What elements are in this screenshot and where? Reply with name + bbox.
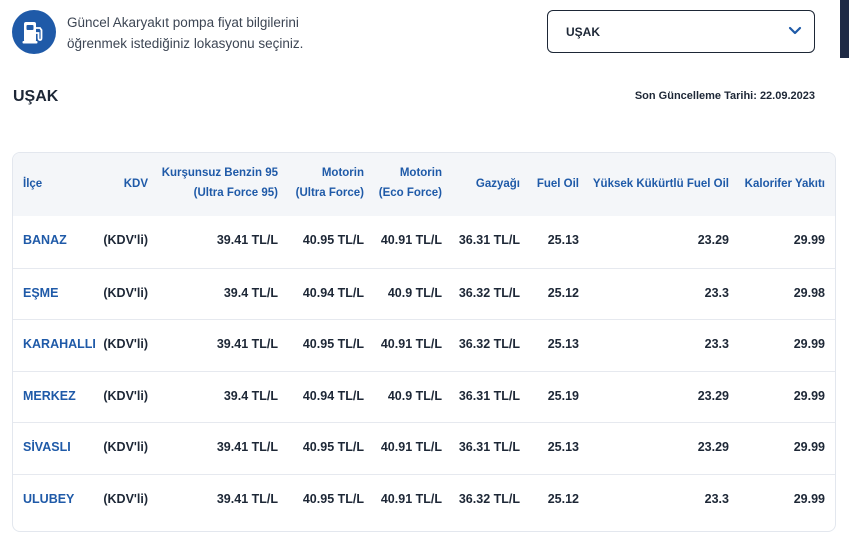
fuel-oil-price: 25.19 (547, 388, 579, 403)
scrollbar[interactable] (840, 0, 849, 58)
motorin-ultra-price: 40.95 TL/L (302, 491, 364, 506)
yuksek-kukurtlu-price: 23.29 (697, 233, 729, 247)
location-select[interactable]: UŞAK (547, 10, 815, 53)
yuksek-kukurtlu-price: 23.29 (697, 388, 729, 403)
fuel-oil-price: 25.13 (547, 337, 579, 351)
table-header: İlçe KDV Kurşunsuz Benzin 95 (Ultra Forc… (13, 153, 835, 216)
motorin-ultra-price: 40.94 TL/L (302, 285, 364, 300)
motorin-ultra-price: 40.95 TL/L (302, 440, 364, 454)
kdv-cell: (KDV'li) (103, 233, 148, 247)
district-link[interactable]: MERKEZ (23, 389, 76, 403)
header-district: İlçe (23, 178, 43, 190)
table-row: MERKEZ (KDV'li) 39.4 TL/L 40.94 TL/L 40.9 TL… (13, 370, 835, 422)
header-kdv: KDV (123, 178, 148, 190)
header-benzin: Kurşunsuz Benzin 95 (Ultra Force 95) (162, 163, 278, 203)
header-motorin-ultra-line1: Motorin (321, 167, 364, 179)
last-updated: Son Güncelleme Tarihi: 22.09.2023 (634, 90, 815, 102)
district-link[interactable]: SİVASLI (23, 440, 71, 454)
benzin-price: 39.41 TL/L (216, 440, 278, 454)
fuel-oil-price: 25.13 (547, 440, 579, 454)
kalorifer-price: 29.99 (793, 388, 825, 403)
motorin-ultra-price: 40.94 TL/L (302, 388, 364, 403)
header-yuksek-kukurtlu: Yüksek Kükürtlü Fuel Oil (592, 178, 729, 190)
motorin-eco-price: 40.91 TL/L (380, 491, 442, 506)
header-fuel-oil: Fuel Oil (536, 178, 579, 190)
yuksek-kukurtlu-price: 23.3 (704, 491, 729, 506)
yuksek-kukurtlu-price: 23.3 (704, 337, 729, 351)
fuel-oil-price: 25.12 (547, 285, 579, 300)
table-row: EŞME (KDV'li) 39.4 TL/L 40.94 TL/L 40.9 TL/L… (13, 267, 835, 319)
motorin-eco-price: 40.9 TL/L (387, 285, 442, 300)
header-kalorifer: Kalorifer Yakıtı (744, 178, 825, 190)
price-table: İlçe KDV Kurşunsuz Benzin 95 (Ultra Forc… (12, 152, 836, 532)
table-row: KARAHALLI (KDV'li) 39.41 TL/L 40.95 TL/L 40.… (13, 319, 835, 370)
kalorifer-price: 29.99 (793, 491, 825, 506)
kdv-cell: (KDV'li) (103, 491, 148, 506)
district-link[interactable]: KARAHALLI (23, 337, 96, 351)
intro-text: Güncel Akaryakıt pompa fiyat bilgilerini… (67, 12, 367, 54)
header-motorin-eco: Motorin (Eco Force) (379, 163, 442, 203)
header-motorin-eco-line2: (Eco Force) (378, 187, 442, 199)
header-motorin-ultra: Motorin (Ultra Force) (296, 163, 364, 203)
benzin-price: 39.4 TL/L (223, 388, 278, 403)
benzin-price: 39.41 TL/L (216, 491, 278, 506)
chevron-down-icon (788, 26, 802, 35)
district-link[interactable]: BANAZ (23, 233, 67, 247)
location-select-value: UŞAK (566, 25, 601, 39)
kalorifer-price: 29.99 (793, 337, 825, 351)
benzin-price: 39.41 TL/L (216, 233, 278, 247)
benzin-price: 39.41 TL/L (216, 337, 278, 351)
motorin-eco-price: 40.9 TL/L (387, 388, 442, 403)
header-gazyagi: Gazyağı (475, 178, 520, 190)
motorin-eco-price: 40.91 TL/L (380, 337, 442, 351)
yuksek-kukurtlu-price: 23.3 (704, 285, 729, 300)
district-link[interactable]: ULUBEY (23, 492, 74, 506)
kalorifer-price: 29.98 (793, 285, 825, 300)
header-motorin-ultra-line2: (Ultra Force) (295, 187, 364, 199)
header-benzin-line2: (Ultra Force 95) (193, 187, 278, 199)
kdv-cell: (KDV'li) (103, 440, 148, 454)
intro-line-2: öğrenmek istediğiniz lokasyonu seçiniz. (67, 36, 304, 51)
intro-line-1: Güncel Akaryakıt pompa fiyat bilgilerini (67, 15, 299, 30)
kdv-cell: (KDV'li) (103, 388, 148, 403)
fuel-oil-price: 25.13 (547, 233, 579, 247)
kdv-cell: (KDV'li) (103, 285, 148, 300)
yuksek-kukurtlu-price: 23.29 (697, 440, 729, 454)
location-header: Güncel Akaryakıt pompa fiyat bilgilerini… (12, 10, 837, 60)
table-row: SİVASLI (KDV'li) 39.41 TL/L 40.95 TL/L 40.91… (13, 422, 835, 473)
fuel-oil-price: 25.12 (547, 491, 579, 506)
table-row: BANAZ (KDV'li) 39.41 TL/L 40.95 TL/L 40.91 T… (13, 216, 835, 267)
gazyagi-price: 36.32 TL/L (458, 337, 520, 351)
kalorifer-price: 29.99 (793, 440, 825, 454)
gazyagi-price: 36.31 TL/L (458, 388, 520, 403)
header-benzin-line1: Kurşunsuz Benzin 95 (161, 167, 278, 179)
gazyagi-price: 36.31 TL/L (458, 440, 520, 454)
fuel-pump-icon (12, 10, 56, 54)
city-title: UŞAK (13, 88, 59, 105)
gazyagi-price: 36.31 TL/L (458, 233, 520, 247)
motorin-ultra-price: 40.95 TL/L (302, 337, 364, 351)
header-motorin-eco-line1: Motorin (399, 167, 442, 179)
kdv-cell: (KDV'li) (103, 337, 148, 351)
table-row: ULUBEY (KDV'li) 39.41 TL/L 40.95 TL/L 40.91 … (13, 473, 835, 525)
district-link[interactable]: EŞME (23, 286, 58, 300)
gazyagi-price: 36.32 TL/L (458, 285, 520, 300)
kalorifer-price: 29.99 (793, 233, 825, 247)
motorin-eco-price: 40.91 TL/L (380, 233, 442, 247)
gazyagi-price: 36.32 TL/L (458, 491, 520, 506)
motorin-ultra-price: 40.95 TL/L (302, 233, 364, 247)
benzin-price: 39.4 TL/L (223, 285, 278, 300)
motorin-eco-price: 40.91 TL/L (380, 440, 442, 454)
